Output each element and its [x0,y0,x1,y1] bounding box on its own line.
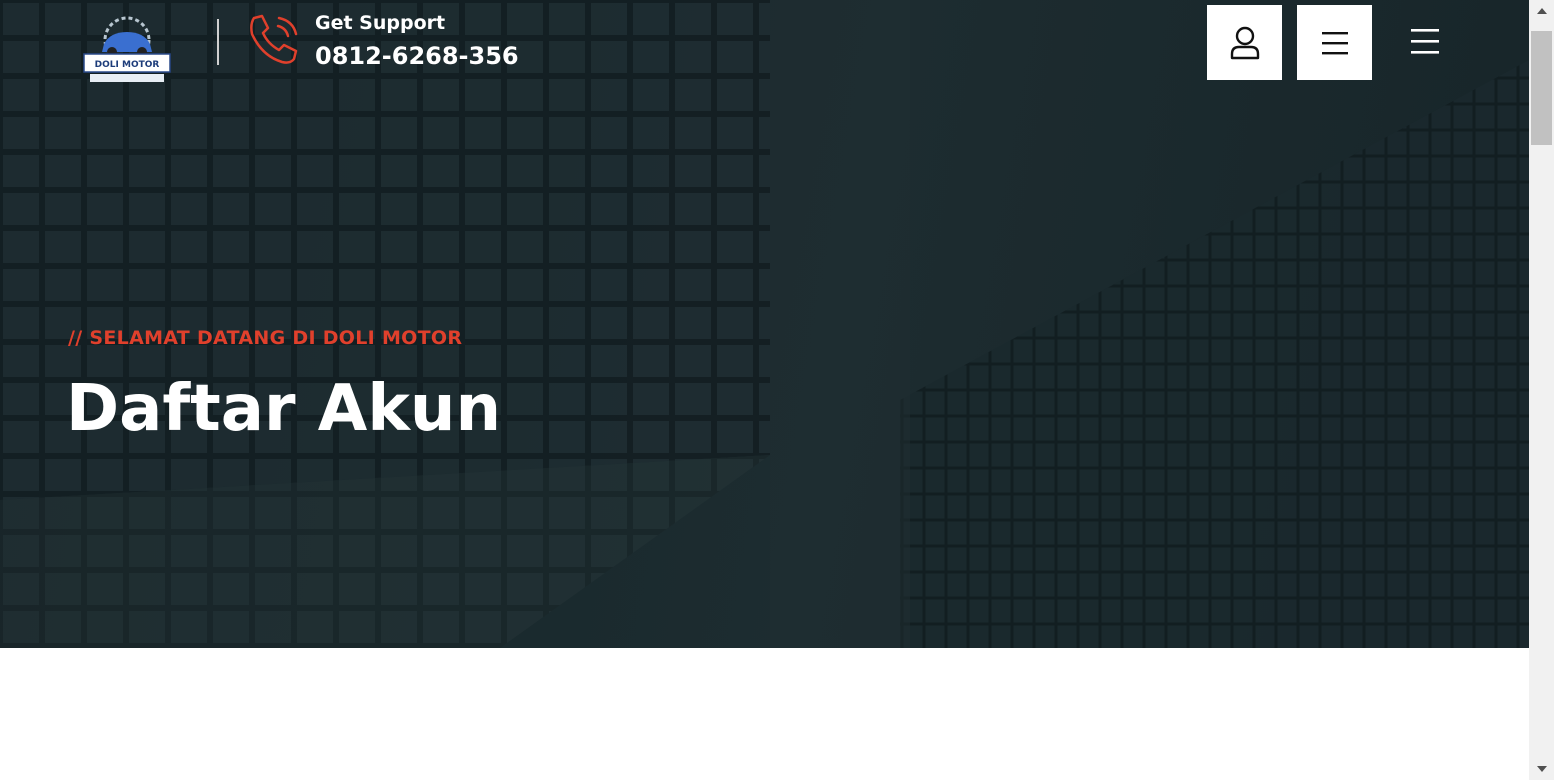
user-icon [1230,26,1259,59]
menu-button[interactable] [1297,5,1372,80]
support-label: Get Support [315,12,446,34]
hamburger-icon [1411,29,1439,54]
vertical-scrollbar[interactable] [1529,0,1554,780]
page-viewport: DOLI MOTOR Get Support 0812-6268-356 // … [0,0,1529,780]
logo-text: DOLI MOTOR [95,60,160,70]
doli-motor-logo[interactable]: DOLI MOTOR [78,14,176,86]
page-title: Daftar Akun [66,372,501,446]
scroll-down-arrow-icon[interactable] [1529,758,1554,780]
phone-ringing-icon [246,12,302,68]
scroll-up-arrow-icon[interactable] [1529,0,1554,22]
building-background-image [0,0,1529,648]
support-phone-number[interactable]: 0812-6268-356 [315,42,519,70]
hero-eyebrow: // SELAMAT DATANG DI DOLI MOTOR [68,327,463,349]
scrollbar-thumb[interactable] [1531,31,1552,145]
header-divider [217,19,219,65]
hero-banner: DOLI MOTOR Get Support 0812-6268-356 // … [0,0,1529,648]
menu-icon [1321,31,1348,54]
hamburger-button[interactable] [1395,10,1455,72]
user-account-button[interactable] [1207,5,1282,80]
